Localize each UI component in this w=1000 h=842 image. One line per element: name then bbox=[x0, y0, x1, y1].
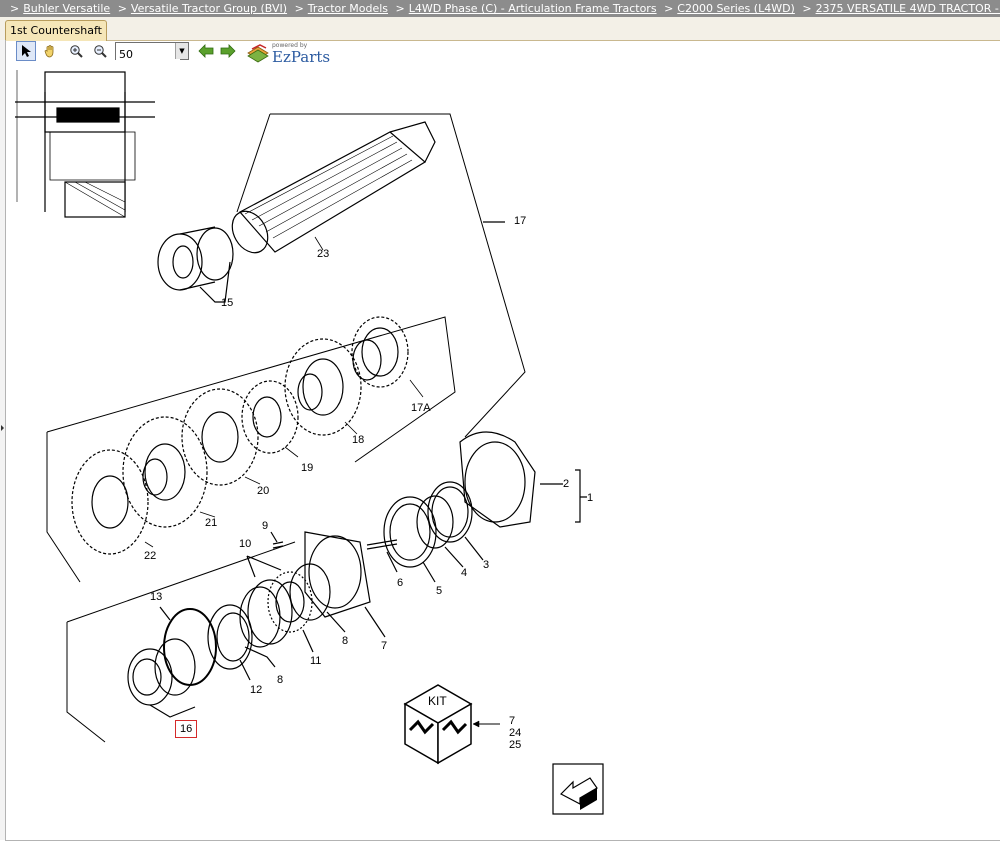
callout-1[interactable]: 1 bbox=[587, 492, 593, 504]
pointer-icon bbox=[22, 45, 31, 57]
callout-8b[interactable]: 8 bbox=[277, 674, 283, 686]
parts-diagram: 17 23 15 17A 18 19 20 21 22 2 1 3 4 5 6 … bbox=[5, 62, 995, 836]
kit-label: KIT bbox=[428, 694, 447, 708]
countershaft-23 bbox=[231, 121, 436, 254]
callout-17a[interactable]: 17A bbox=[411, 402, 431, 414]
breadcrumb-separator: > bbox=[802, 2, 812, 15]
callout-4[interactable]: 4 bbox=[461, 567, 467, 579]
zoom-input[interactable] bbox=[116, 46, 180, 63]
callout-6[interactable]: 6 bbox=[397, 577, 403, 589]
pan-tool-button[interactable] bbox=[40, 41, 60, 61]
callout-9[interactable]: 9 bbox=[262, 520, 268, 532]
callout-21[interactable]: 21 bbox=[205, 517, 217, 529]
chevron-down-icon[interactable]: ▼ bbox=[175, 43, 188, 59]
breadcrumb-link-versatile-tractor-group[interactable]: Versatile Tractor Group (BVI) bbox=[131, 2, 287, 15]
pointer-tool-button[interactable] bbox=[16, 41, 36, 61]
hand-pan-icon bbox=[44, 45, 54, 58]
callout-13[interactable]: 13 bbox=[150, 591, 162, 603]
ezparts-logo-icon bbox=[247, 44, 269, 63]
breadcrumb-link-buhler-versatile[interactable]: Buhler Versatile bbox=[23, 2, 110, 15]
gear-18 bbox=[284, 338, 362, 436]
back-button[interactable] bbox=[196, 41, 216, 61]
callout-18[interactable]: 18 bbox=[352, 434, 364, 446]
kit-part-7[interactable]: 7 bbox=[509, 716, 515, 727]
callout-8a[interactable]: 8 bbox=[342, 635, 348, 647]
callout-3[interactable]: 3 bbox=[483, 559, 489, 571]
breadcrumb: > Buhler Versatile > Versatile Tractor Gro… bbox=[0, 0, 1000, 17]
callout-17[interactable]: 17 bbox=[514, 215, 526, 227]
callout-20[interactable]: 20 bbox=[257, 485, 269, 497]
ring-12 bbox=[207, 604, 253, 681]
callout-22[interactable]: 22 bbox=[144, 550, 156, 562]
parts-diagram-drawing bbox=[15, 70, 604, 815]
callout-10[interactable]: 10 bbox=[239, 538, 251, 550]
ezparts-logo: powered by EzParts bbox=[246, 42, 336, 66]
breadcrumb-link-l4wd-phase-c[interactable]: L4WD Phase (C) - Articulation Frame Trac… bbox=[409, 2, 657, 15]
bearing-15 bbox=[157, 226, 234, 303]
forward-button[interactable] bbox=[218, 41, 238, 61]
callout-5[interactable]: 5 bbox=[436, 585, 442, 597]
callout-2[interactable]: 2 bbox=[563, 478, 569, 490]
breadcrumb-separator: > bbox=[294, 2, 304, 15]
breadcrumb-link-c2000-series[interactable]: C2000 Series (L4WD) bbox=[677, 2, 795, 15]
zoom-out-button[interactable] bbox=[90, 41, 110, 61]
ring-8b bbox=[244, 646, 276, 668]
tab-1st-countershaft[interactable]: 1st Countershaft bbox=[5, 20, 107, 41]
callout-7[interactable]: 7 bbox=[381, 640, 387, 652]
breadcrumb-separator: > bbox=[117, 2, 127, 15]
pin-6 bbox=[366, 539, 398, 573]
locator-thumbnail bbox=[15, 70, 155, 218]
spring-9 bbox=[270, 531, 284, 549]
zoom-select[interactable]: ▼ bbox=[115, 42, 189, 63]
kit-part-25[interactable]: 25 bbox=[509, 740, 521, 751]
tab-bar: 1st Countershaft bbox=[0, 17, 1000, 41]
zoom-in-icon bbox=[70, 45, 83, 58]
zoom-out-icon bbox=[94, 45, 107, 58]
forward-arrow-icon bbox=[220, 44, 236, 58]
next-page-arrow-icon[interactable] bbox=[552, 763, 604, 815]
callout-23[interactable]: 23 bbox=[317, 248, 329, 260]
bearing-16 bbox=[127, 638, 196, 718]
kit-box bbox=[403, 684, 500, 765]
breadcrumb-separator: > bbox=[395, 2, 405, 15]
breadcrumb-link-2375-tractor[interactable]: 2375 VERSATILE 4WD TRACTOR - RED (12/02 … bbox=[816, 2, 1000, 15]
breadcrumb-link-tractor-models[interactable]: Tractor Models bbox=[308, 2, 388, 15]
breadcrumb-separator: > bbox=[664, 2, 674, 15]
callout-15[interactable]: 15 bbox=[221, 297, 233, 309]
kit-part-24[interactable]: 24 bbox=[509, 728, 521, 739]
breadcrumb-separator: > bbox=[10, 2, 20, 15]
ring-4 bbox=[416, 495, 464, 568]
disc-10 bbox=[239, 555, 293, 648]
callout-11[interactable]: 11 bbox=[310, 655, 321, 667]
back-arrow-icon bbox=[198, 44, 214, 58]
gear-19 bbox=[241, 380, 299, 454]
expand-arrow-icon bbox=[1, 425, 4, 431]
gear-22 bbox=[71, 449, 149, 555]
zoom-in-button[interactable] bbox=[66, 41, 86, 61]
callout-16-highlighted[interactable]: 16 bbox=[175, 720, 198, 738]
callout-19[interactable]: 19 bbox=[301, 462, 313, 474]
callout-12[interactable]: 12 bbox=[250, 684, 262, 696]
